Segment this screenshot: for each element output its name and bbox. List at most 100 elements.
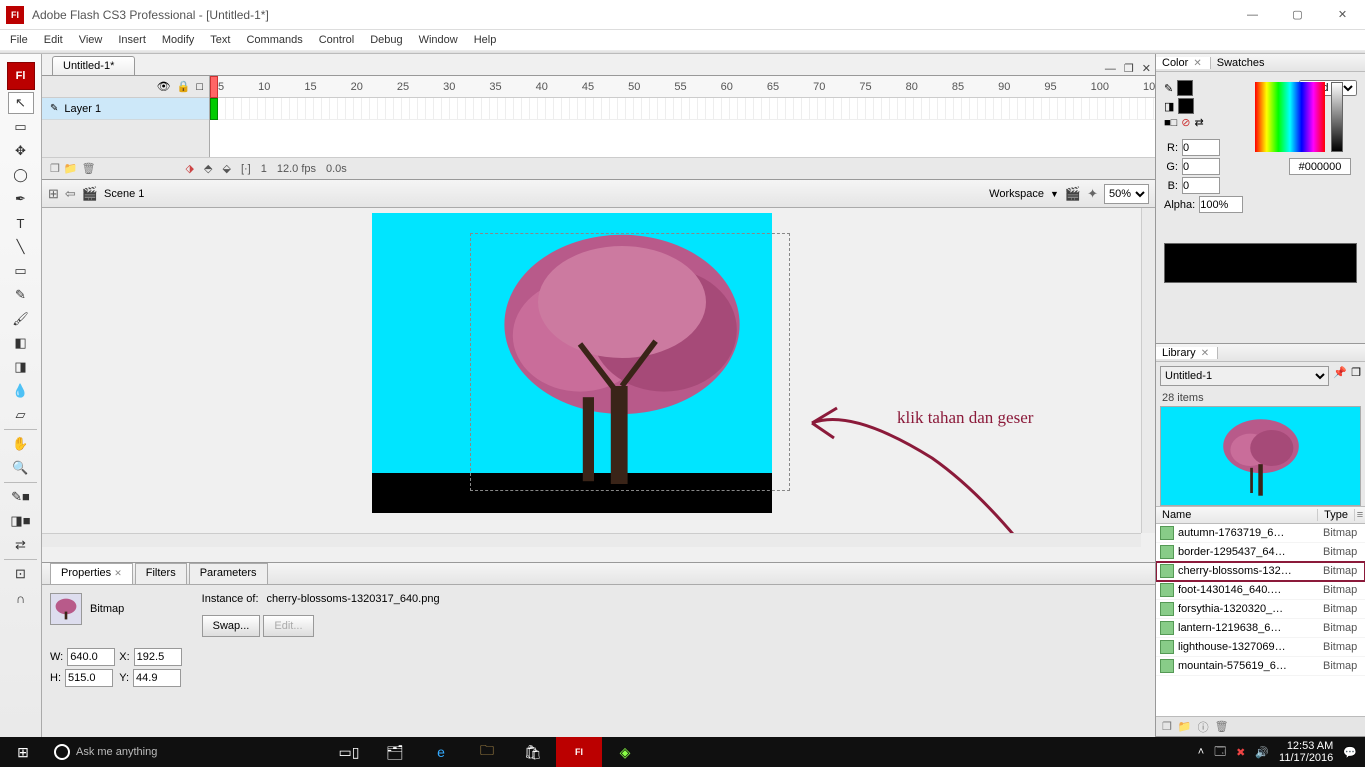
eyedropper-tool[interactable]: 💧 [8,380,34,402]
cortana-search[interactable]: Ask me anything [46,744,326,760]
app-taskbar-icon[interactable]: ◈ [602,737,648,767]
bucket-icon[interactable]: ◨ [1164,100,1174,113]
snap-option[interactable]: ⊡ [8,563,34,585]
edit-scene-icon[interactable]: ⊞ [48,186,59,202]
menu-view[interactable]: View [71,32,111,48]
store-icon[interactable]: 🛍 [510,737,556,767]
delete-icon[interactable]: 🗑 [1215,720,1229,733]
menu-text[interactable]: Text [202,32,238,48]
new-library-icon[interactable]: ❐ [1351,366,1361,386]
library-item[interactable]: border-1295437_64…Bitmap [1156,543,1365,562]
tab-library[interactable]: Library ✕ [1156,347,1218,359]
task-view-icon[interactable]: ▭▯ [326,737,372,767]
new-symbol-icon[interactable]: ❐ [1162,720,1172,733]
close-button[interactable]: ✕ [1320,0,1365,30]
library-item[interactable]: forsythia-1320320_…Bitmap [1156,600,1365,619]
new-layer-icon[interactable]: ❐ [50,162,60,175]
b-input[interactable] [1182,177,1220,194]
x-input[interactable] [134,648,182,666]
fill-swatch[interactable] [1178,98,1194,114]
new-folder-icon[interactable]: 📁 [1178,720,1192,733]
brightness-slider[interactable] [1331,82,1343,152]
lasso-tool[interactable]: ◯ [8,164,34,186]
minimize-button[interactable]: — [1230,0,1275,30]
pen-tool[interactable]: ✒ [8,188,34,210]
menu-control[interactable]: Control [311,32,362,48]
swap-colors[interactable]: ⇄ [8,534,34,556]
height-input[interactable] [65,669,113,687]
swap-button[interactable]: Swap... [202,615,261,637]
eraser-tool[interactable]: ▱ [8,404,34,426]
col-name[interactable]: Name [1156,509,1318,521]
properties-icon[interactable]: ⓘ [1198,719,1209,735]
network-icon[interactable]: ✖ [1236,746,1245,759]
doc-minimize[interactable]: — [1101,63,1120,75]
tab-properties[interactable]: Properties ✕ [50,563,133,584]
pencil-tool[interactable]: ✎ [8,284,34,306]
library-item[interactable]: lighthouse-1327069…Bitmap [1156,638,1365,657]
stage[interactable]: klik tahan dan geser [42,208,1155,547]
stage-scrollbar-horizontal[interactable] [42,533,1141,547]
g-input[interactable] [1182,158,1220,175]
rectangle-tool[interactable]: ▭ [8,260,34,282]
zoom-tool[interactable]: 🔍 [8,457,34,479]
back-icon[interactable]: ⇦ [65,186,76,202]
swap-color-icon[interactable]: ⇄ [1195,116,1204,129]
free-transform-tool[interactable]: ✥ [8,140,34,162]
library-list[interactable]: autumn-1763719_6…Bitmap border-1295437_6… [1156,524,1365,716]
outline-icon[interactable]: □ [196,81,203,93]
tray-up-icon[interactable]: ˄ [1198,746,1204,758]
file-explorer-icon[interactable]: 🗀 [464,737,510,767]
edit-symbol-icon[interactable]: ✦ [1087,186,1098,202]
ink-bottle-tool[interactable]: ◧ [8,332,34,354]
menu-commands[interactable]: Commands [238,32,310,48]
tab-swatches[interactable]: Swatches [1211,57,1271,69]
battery-icon[interactable]: 🗔 [1214,743,1226,762]
bw-icon[interactable]: ■□ [1164,117,1177,129]
library-item[interactable]: autumn-1763719_6…Bitmap [1156,524,1365,543]
library-item[interactable]: lantern-1219638_6…Bitmap [1156,619,1365,638]
library-doc-select[interactable]: Untitled-1 [1160,366,1329,386]
tab-parameters[interactable]: Parameters [189,563,268,584]
menu-window[interactable]: Window [411,32,466,48]
doc-restore[interactable]: ❐ [1120,62,1138,75]
hex-input[interactable] [1289,158,1351,175]
col-type[interactable]: Type [1318,509,1355,521]
lock-icon[interactable]: 🔒 [177,80,191,93]
onion-outline-icon[interactable]: ⬘ [204,162,212,175]
width-input[interactable] [67,648,115,666]
stage-scrollbar-vertical[interactable] [1141,208,1155,533]
edit-multiple-icon[interactable]: ⬙ [222,162,230,175]
hand-tool[interactable]: ✋ [8,433,34,455]
doc-close[interactable]: ✕ [1138,62,1155,75]
menu-insert[interactable]: Insert [110,32,154,48]
center-frame-icon[interactable]: [·] [241,163,251,175]
y-input[interactable] [133,669,181,687]
menu-edit[interactable]: Edit [36,32,71,48]
selection-tool[interactable]: ↖ [8,92,34,114]
menu-debug[interactable]: Debug [362,32,410,48]
frame-row[interactable] [210,98,1155,120]
delete-layer-icon[interactable]: 🗑 [82,162,96,175]
clock[interactable]: 12:53 AM 11/17/2016 [1279,740,1333,764]
r-input[interactable] [1182,139,1220,156]
eye-icon[interactable]: 👁 [157,80,171,93]
keyframe[interactable] [210,98,218,120]
line-tool[interactable]: ╲ [8,236,34,258]
library-item[interactable]: mountain-575619_6…Bitmap [1156,657,1365,676]
stroke-swatch[interactable] [1177,80,1193,96]
pencil-icon[interactable]: ✎ [1164,82,1173,95]
onion-skin-icon[interactable]: ⬗ [186,162,194,175]
menu-help[interactable]: Help [466,32,505,48]
library-item[interactable]: foot-1430146_640.…Bitmap [1156,581,1365,600]
magnet-option[interactable]: ∩ [8,587,34,609]
tab-filters[interactable]: Filters [135,563,187,584]
workspace-label[interactable]: Workspace [989,188,1044,200]
empty-frames[interactable] [218,98,1155,119]
start-button[interactable]: ⊞ [0,737,46,767]
playhead[interactable] [210,76,218,98]
alpha-input[interactable] [1199,196,1243,213]
scene-name[interactable]: Scene 1 [104,188,144,200]
layer-row[interactable]: ✎ Layer 1 [42,98,209,120]
text-tool[interactable]: T [8,212,34,234]
